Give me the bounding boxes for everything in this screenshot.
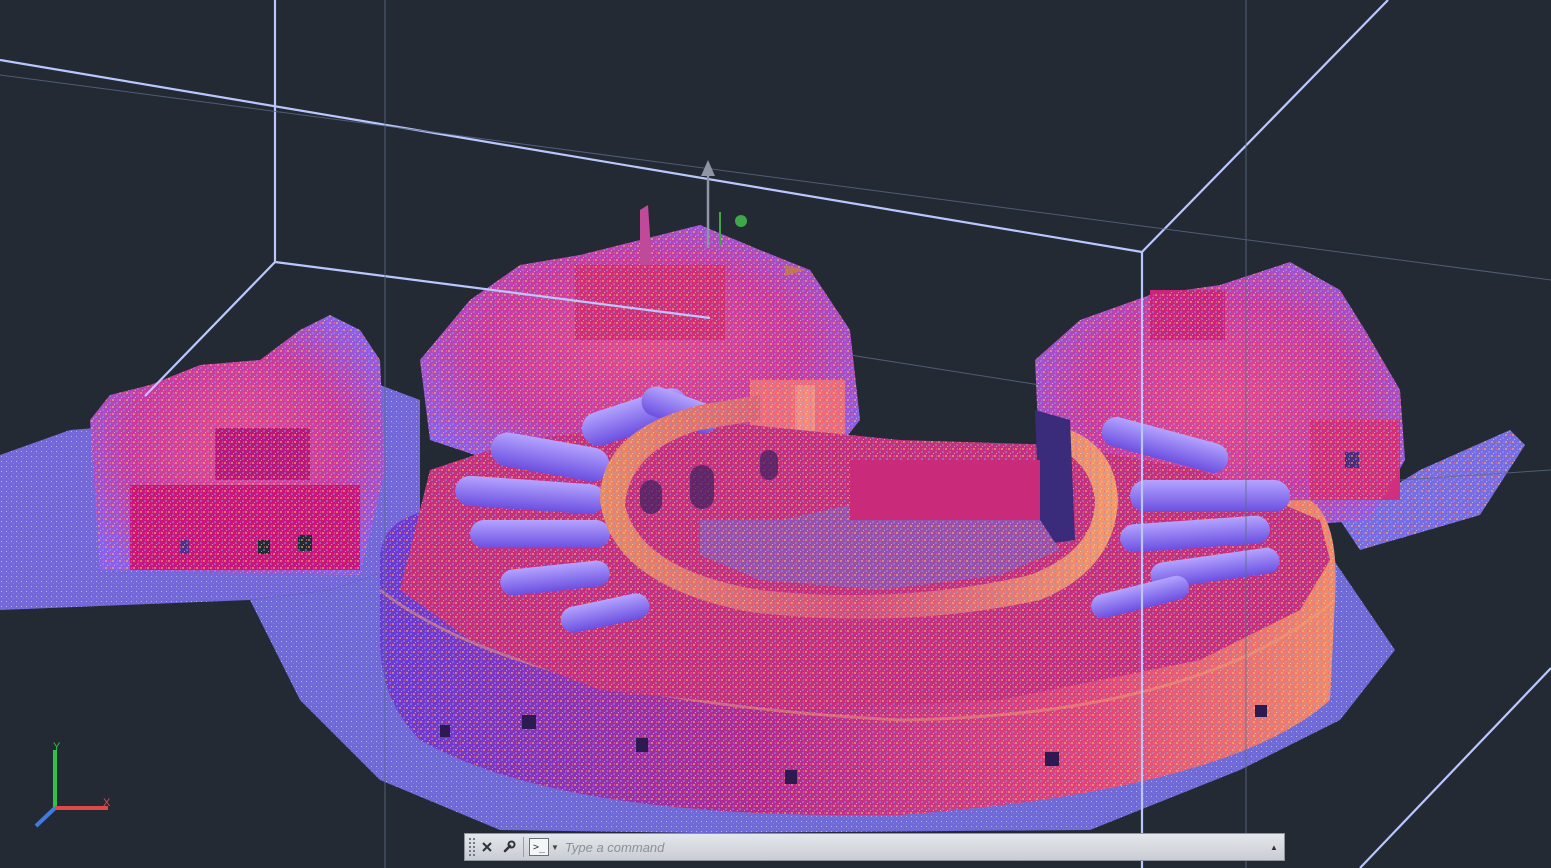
gizmo-green-handle[interactable]	[735, 215, 747, 227]
command-line: >_ ▼ ▲	[464, 833, 1285, 861]
ucs-x-label: X	[103, 797, 111, 809]
chevron-down-icon[interactable]: ▼	[551, 843, 559, 852]
command-line-separator	[523, 837, 524, 857]
wrench-icon[interactable]	[498, 835, 520, 859]
chevron-up-icon[interactable]: ▲	[1267, 836, 1281, 858]
viewport-canvas[interactable]: Y X	[0, 0, 1551, 868]
ucs-z-axis	[34, 806, 57, 828]
command-input[interactable]	[562, 835, 1267, 859]
command-line-grip[interactable]	[468, 837, 476, 857]
ucs-y-label: Y	[53, 741, 61, 753]
left-building-cloud	[90, 315, 385, 575]
ucs-icon: Y X	[34, 741, 111, 828]
3d-viewport[interactable]: Y X	[0, 0, 1551, 868]
close-icon[interactable]	[476, 835, 498, 859]
command-prompt-icon[interactable]: >_	[529, 838, 549, 856]
